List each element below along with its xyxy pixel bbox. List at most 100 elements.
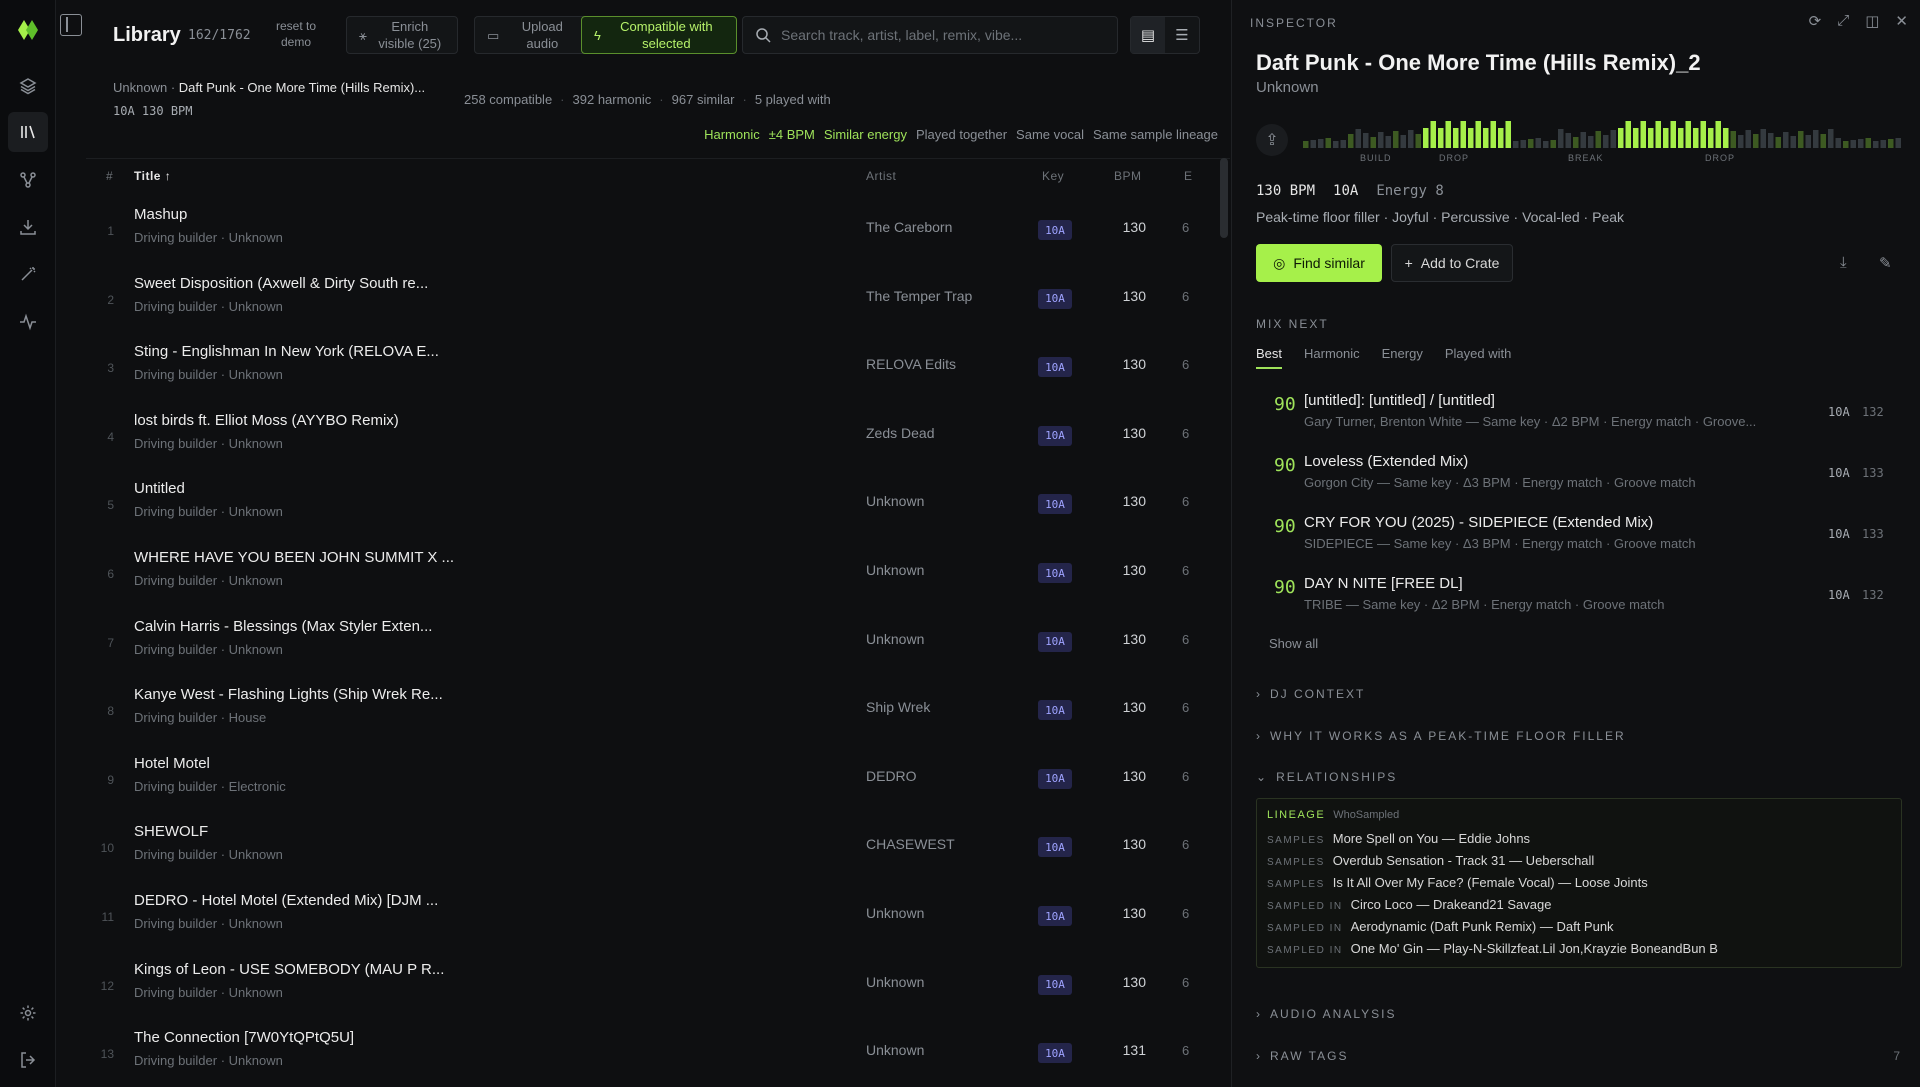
stat-played-with: 5 played with — [754, 92, 831, 107]
layers-icon[interactable] — [8, 66, 48, 106]
download-icon[interactable]: ⤓ — [1840, 254, 1847, 271]
filter-chip[interactable]: Same vocal — [1016, 127, 1084, 142]
search-input[interactable] — [781, 27, 1105, 43]
panel-toggle-icon[interactable]: ◫ — [1865, 12, 1879, 30]
selected-key: 10A — [113, 104, 135, 118]
download-icon[interactable] — [8, 207, 48, 247]
tab-harmonic[interactable]: Harmonic — [1304, 346, 1360, 369]
track-subtitle: Driving builder · Unknown — [134, 847, 283, 863]
add-to-crate-button[interactable]: + Add to Crate — [1391, 244, 1513, 282]
filter-chip[interactable]: Same sample lineage — [1093, 127, 1218, 142]
track-title: Kanye West - Flashing Lights (Ship Wrek … — [134, 686, 443, 704]
lineage-text: Circo Loco — Drakeand21 Savage — [1350, 897, 1552, 912]
col-artist[interactable]: Artist — [866, 169, 896, 183]
col-title-sort[interactable]: Title ↑ — [134, 169, 171, 183]
share-upload-icon[interactable]: ⇪ — [1256, 124, 1288, 156]
lineage-row[interactable]: SAMPLES Is It All Over My Face? (Female V… — [1267, 875, 1648, 890]
table-row[interactable]: 1 Mashup Driving builder · Unknown The Care… — [86, 192, 1220, 260]
col-key[interactable]: Key — [1042, 169, 1064, 183]
key-badge: 10A — [1038, 906, 1072, 926]
section-why-it-works[interactable]: › WHY IT WORKS AS A PEAK-TIME FLOOR FILL… — [1256, 729, 1626, 743]
show-all-link[interactable]: Show all — [1269, 636, 1318, 651]
table-row[interactable]: 4 lost birds ft. Elliot Moss (AYYBO Remix… — [86, 398, 1220, 466]
waveform-bar — [1820, 134, 1826, 148]
filter-chip[interactable]: Harmonic — [704, 127, 760, 142]
waveform-bar — [1513, 141, 1519, 148]
track-bpm: 130 — [1122, 836, 1146, 853]
lineage-row[interactable]: SAMPLED IN Circo Loco — Drakeand21 Savage — [1267, 897, 1551, 912]
tab-played-with[interactable]: Played with — [1445, 346, 1511, 369]
track-artist: DEDRO — [866, 767, 917, 784]
expand-icon[interactable]: ⤢ — [1837, 12, 1849, 30]
lineage-row[interactable]: SAMPLED IN One Mo' Gin — Play-N-Skillzfea… — [1267, 941, 1718, 956]
waveform-bar — [1670, 121, 1676, 148]
upload-audio-button[interactable]: ▭ Upload audio — [474, 16, 591, 54]
section-dj-context[interactable]: › DJ CONTEXT — [1256, 687, 1365, 701]
lineage-text: Aerodynamic (Daft Punk Remix) — Daft Pun… — [1350, 919, 1614, 934]
waveform[interactable] — [1302, 112, 1902, 148]
library-icon[interactable] — [8, 112, 48, 152]
table-row[interactable]: 2 Sweet Disposition (Axwell & Dirty South… — [86, 261, 1220, 329]
track-artist: The Careborn — [866, 219, 953, 235]
find-similar-button[interactable]: ◎ Find similar — [1256, 244, 1382, 282]
table-row[interactable]: 10 SHEWOLF Driving builder · Unknown CHASEW… — [86, 809, 1220, 877]
table-row[interactable]: 13 The Connection [7W0YtQPtQ5U] Driving bu… — [86, 1015, 1220, 1083]
compatible-with-selected-button[interactable]: ϟ Compatible with selected — [581, 16, 737, 54]
selected-track-breadcrumb: Unknown · Daft Punk - One More Time (Hil… — [113, 80, 425, 95]
mix-next-item[interactable]: 90 [untitled]: [untitled] / [untitled] Gar… — [1256, 384, 1896, 440]
tab-best[interactable]: Best — [1256, 346, 1283, 369]
graph-icon[interactable] — [8, 160, 48, 200]
close-icon[interactable]: ✕ — [1895, 12, 1908, 30]
row-number: 9 — [107, 772, 114, 787]
edit-icon[interactable]: ✎ — [1879, 254, 1892, 272]
waveform-bar — [1745, 130, 1751, 148]
col-bpm[interactable]: BPM — [1114, 169, 1142, 183]
mix-title: DAY N NITE [FREE DL] — [1304, 575, 1463, 592]
table-row[interactable]: 11 DEDRO - Hotel Motel (Extended Mix) [DJ… — [86, 878, 1220, 946]
waveform-bar — [1528, 139, 1534, 148]
settings-gear-icon[interactable] — [8, 993, 48, 1033]
col-energy[interactable]: E — [1184, 169, 1193, 183]
lineage-row[interactable]: SAMPLES Overdub Sensation - Track 31 — Ue… — [1267, 853, 1594, 868]
compact-view-icon[interactable]: ☰ — [1165, 17, 1199, 53]
table-row[interactable]: 7 Calvin Harris - Blessings (Max Styler E… — [86, 604, 1220, 672]
waveform-bar — [1648, 128, 1654, 148]
track-list-scrollbar[interactable] — [1220, 158, 1228, 238]
track-artist: Unknown — [866, 1042, 925, 1059]
track-artist: Unknown — [866, 493, 925, 510]
filter-chip[interactable]: Played together — [916, 127, 1007, 142]
tab-energy[interactable]: Energy — [1382, 346, 1423, 369]
table-row[interactable]: 9 Hotel Motel Driving builder · Electronic… — [86, 741, 1220, 809]
comfortable-view-icon[interactable]: ▤ — [1131, 17, 1165, 53]
table-row[interactable]: 12 Kings of Leon - USE SOMEBODY (MAU P R.… — [86, 947, 1220, 1015]
filter-chip[interactable]: Similar energy — [824, 127, 907, 142]
filter-chip[interactable]: ±4 BPM — [769, 127, 815, 142]
table-row[interactable]: 6 WHERE HAVE YOU BEEN JOHN SUMMIT X ... Dr… — [86, 535, 1220, 603]
waveform-bar — [1708, 128, 1714, 148]
row-number: 8 — [107, 704, 114, 719]
mix-next-item[interactable]: 90 DAY N NITE [FREE DL] TRIBE — Same key ·… — [1256, 567, 1896, 623]
lineage-row[interactable]: SAMPLES More Spell on You — Eddie Johns — [1267, 831, 1530, 846]
section-audio-analysis[interactable]: › AUDIO ANALYSIS — [1256, 1007, 1396, 1021]
activity-icon[interactable] — [8, 302, 48, 342]
refresh-icon[interactable]: ⟳ — [1809, 12, 1822, 30]
lineage-row[interactable]: SAMPLED IN Aerodynamic (Daft Punk Remix) … — [1267, 919, 1614, 934]
mix-next-item[interactable]: 90 CRY FOR YOU (2025) - SIDEPIECE (Extend… — [1256, 506, 1896, 562]
section-relationships[interactable]: ⌄ RELATIONSHIPS — [1256, 770, 1397, 784]
sidebar-toggle-icon[interactable] — [60, 14, 82, 36]
lineage-label: LINEAGE — [1267, 809, 1326, 821]
logout-icon[interactable] — [8, 1040, 48, 1080]
mix-next-item[interactable]: 90 Loveless (Extended Mix) Gorgon City — S… — [1256, 445, 1896, 501]
table-row[interactable]: 8 Kanye West - Flashing Lights (Ship Wrek… — [86, 672, 1220, 740]
magic-wand-icon[interactable] — [8, 254, 48, 294]
lineage-text: Overdub Sensation - Track 31 — Ueberscha… — [1332, 853, 1595, 868]
inspector-label: INSPECTOR — [1250, 16, 1338, 30]
table-row[interactable]: 5 Untitled Driving builder · Unknown Unknow… — [86, 466, 1220, 534]
waveform-bar — [1858, 139, 1864, 148]
waveform-bar — [1790, 136, 1796, 148]
section-raw-tags[interactable]: › RAW TAGS — [1256, 1049, 1348, 1063]
reset-to-demo-button[interactable]: reset to demo — [266, 18, 326, 50]
waveform-bar — [1595, 131, 1601, 148]
table-row[interactable]: 3 Sting - Englishman In New York (RELOVA … — [86, 329, 1220, 397]
enrich-visible-button[interactable]: ⚹ Enrich visible (25) — [346, 16, 458, 54]
